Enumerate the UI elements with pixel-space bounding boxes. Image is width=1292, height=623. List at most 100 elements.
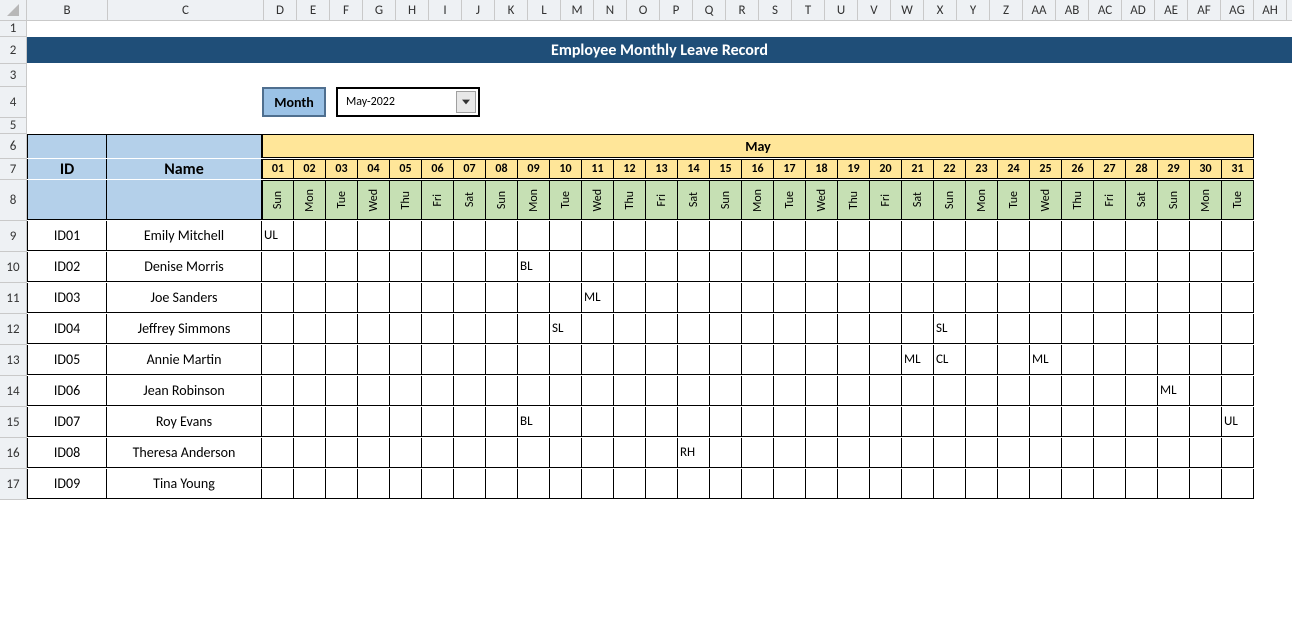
leave-cell[interactable] (422, 283, 454, 313)
leave-cell[interactable] (294, 469, 326, 499)
leave-cell[interactable] (262, 407, 294, 437)
col-header-F[interactable]: F (330, 0, 363, 20)
leave-cell[interactable] (1094, 221, 1126, 251)
employee-id[interactable]: ID03 (27, 283, 107, 313)
leave-cell[interactable] (518, 314, 550, 344)
leave-cell[interactable] (358, 469, 390, 499)
cell[interactable] (1158, 118, 1190, 133)
col-header-P[interactable]: P (660, 0, 693, 20)
cell[interactable] (422, 118, 454, 133)
leave-cell[interactable] (838, 376, 870, 406)
cell[interactable] (1030, 118, 1062, 133)
employee-id[interactable]: ID07 (27, 407, 107, 437)
leave-cell[interactable] (902, 407, 934, 437)
leave-cell[interactable] (454, 283, 486, 313)
col-header-W[interactable]: W (891, 0, 924, 20)
leave-cell[interactable] (902, 252, 934, 282)
leave-cell[interactable] (518, 283, 550, 313)
leave-cell[interactable] (1062, 252, 1094, 282)
leave-cell[interactable] (710, 283, 742, 313)
leave-cell[interactable] (1062, 407, 1094, 437)
leave-cell[interactable] (710, 376, 742, 406)
employee-name[interactable]: Denise Morris (107, 252, 262, 282)
leave-cell[interactable] (390, 438, 422, 468)
leave-cell[interactable] (870, 314, 902, 344)
leave-cell[interactable]: BL (518, 407, 550, 437)
cell[interactable] (934, 21, 966, 36)
leave-cell[interactable] (1062, 314, 1094, 344)
leave-cell[interactable] (390, 221, 422, 251)
leave-cell[interactable] (966, 376, 998, 406)
leave-cell[interactable]: ML (1030, 345, 1062, 375)
leave-cell[interactable] (486, 314, 518, 344)
leave-cell[interactable] (966, 314, 998, 344)
cell[interactable] (486, 118, 518, 133)
row-header-13[interactable]: 13 (0, 345, 27, 376)
leave-cell[interactable] (934, 376, 966, 406)
employee-name[interactable]: Roy Evans (107, 407, 262, 437)
cell[interactable] (1094, 118, 1126, 133)
leave-cell[interactable] (742, 469, 774, 499)
leave-cell[interactable] (774, 283, 806, 313)
col-header-X[interactable]: X (924, 0, 957, 20)
leave-cell[interactable] (838, 469, 870, 499)
leave-cell[interactable] (710, 345, 742, 375)
leave-cell[interactable] (1030, 438, 1062, 468)
col-header-AH[interactable]: AH (1254, 0, 1287, 20)
leave-cell[interactable] (806, 283, 838, 313)
cell[interactable] (1094, 21, 1126, 36)
leave-cell[interactable] (422, 407, 454, 437)
leave-cell[interactable] (1030, 469, 1062, 499)
leave-cell[interactable] (710, 438, 742, 468)
month-dropdown[interactable]: May-2022 (336, 87, 480, 117)
cell[interactable] (678, 21, 710, 36)
cell[interactable] (454, 21, 486, 36)
cell[interactable] (480, 87, 1292, 117)
cell[interactable] (518, 21, 550, 36)
employee-name[interactable]: Jeffrey Simmons (107, 314, 262, 344)
leave-cell[interactable] (1094, 314, 1126, 344)
leave-cell[interactable] (614, 438, 646, 468)
row-header-2[interactable]: 2 (0, 37, 27, 64)
leave-cell[interactable] (646, 469, 678, 499)
cell[interactable] (1222, 118, 1254, 133)
leave-cell[interactable] (902, 314, 934, 344)
leave-cell[interactable]: ML (1158, 376, 1190, 406)
leave-cell[interactable] (1094, 345, 1126, 375)
row-header-17[interactable]: 17 (0, 469, 27, 500)
cell[interactable] (422, 64, 454, 86)
cell[interactable] (806, 21, 838, 36)
cell[interactable] (582, 64, 614, 86)
leave-cell[interactable] (454, 314, 486, 344)
leave-cell[interactable] (678, 252, 710, 282)
employee-id[interactable]: ID09 (27, 469, 107, 499)
leave-cell[interactable] (1222, 252, 1254, 282)
chevron-down-icon[interactable] (456, 91, 476, 113)
leave-cell[interactable] (710, 407, 742, 437)
leave-cell[interactable] (1126, 438, 1158, 468)
leave-cell[interactable] (806, 438, 838, 468)
leave-cell[interactable] (294, 376, 326, 406)
cell[interactable] (326, 87, 336, 117)
leave-cell[interactable] (1094, 438, 1126, 468)
leave-cell[interactable] (742, 407, 774, 437)
leave-cell[interactable] (1158, 345, 1190, 375)
leave-cell[interactable] (742, 376, 774, 406)
leave-cell[interactable] (838, 438, 870, 468)
leave-cell[interactable] (518, 469, 550, 499)
leave-cell[interactable] (1126, 469, 1158, 499)
leave-cell[interactable] (742, 283, 774, 313)
cell[interactable] (262, 64, 294, 86)
leave-cell[interactable] (774, 407, 806, 437)
cell[interactable] (710, 118, 742, 133)
leave-cell[interactable] (1190, 376, 1222, 406)
leave-cell[interactable] (1062, 345, 1094, 375)
leave-cell[interactable] (550, 252, 582, 282)
cell[interactable] (934, 118, 966, 133)
leave-cell[interactable] (998, 221, 1030, 251)
leave-cell[interactable] (870, 221, 902, 251)
employee-name[interactable]: Annie Martin (107, 345, 262, 375)
leave-cell[interactable] (742, 221, 774, 251)
leave-cell[interactable] (358, 438, 390, 468)
leave-cell[interactable] (262, 314, 294, 344)
